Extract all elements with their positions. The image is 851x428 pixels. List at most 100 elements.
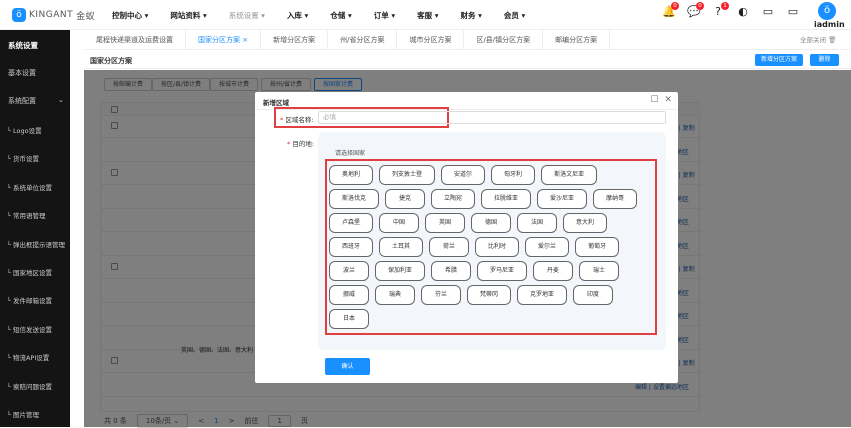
- help-icon-glyph: ?: [715, 5, 721, 18]
- sidebar-subitem[interactable]: └ 弹出框提示语管理: [7, 239, 65, 249]
- nav-item[interactable]: 系统设置 ▾: [229, 10, 265, 21]
- close-all-tabs[interactable]: 全部关闭 🗑: [800, 34, 836, 44]
- country-chip[interactable]: 瑞士: [579, 261, 620, 281]
- country-chip[interactable]: 斯洛文尼亚: [541, 165, 598, 185]
- country-chip[interactable]: 摩纳哥: [593, 189, 638, 209]
- country-chip[interactable]: 列支敦士登: [379, 165, 436, 185]
- country-chip[interactable]: 保加利亚: [375, 261, 426, 281]
- nav-item[interactable]: 网站资料 ▾: [170, 10, 206, 21]
- select-country-hint: 请选择国家: [335, 150, 366, 157]
- tab[interactable]: 国家分区方案 ×: [186, 29, 262, 50]
- tab[interactable]: 城市分区方案: [397, 29, 465, 50]
- header-icons: 🔔 0 💬 0? 1 ◐ ▭ ▭: [662, 2, 799, 18]
- country-chip[interactable]: 挪威: [329, 285, 369, 305]
- close-icon[interactable]: ✕: [664, 95, 672, 105]
- tab[interactable]: 区/县/镇分区方案: [464, 29, 544, 50]
- country-chip[interactable]: 荷兰: [429, 237, 470, 257]
- screen-icon[interactable]: ▭: [787, 6, 799, 18]
- message-icon[interactable]: 💬 0: [687, 2, 704, 18]
- country-chip[interactable]: 希腊: [431, 261, 472, 281]
- sidebar-subitem[interactable]: └ 国家地区设置: [7, 267, 52, 277]
- sidebar-subitem[interactable]: └ 货币设置: [7, 153, 39, 163]
- country-chip[interactable]: 印度: [573, 285, 614, 305]
- tab[interactable]: 新增分区方案: [261, 29, 329, 50]
- country-chip[interactable]: 芬兰: [421, 285, 461, 305]
- tab-bar: 尾程快递渠道及运费设置 国家分区方案 × 新增分区方案 州/省分区方案 城市分区方案 区/…: [84, 29, 851, 50]
- notification-badge: 0: [671, 2, 679, 10]
- tab[interactable]: 尾程快递渠道及运费设置: [84, 29, 186, 50]
- destination-panel: 请选择国家 奥地利 列支敦士登 安道尔 匈牙利 斯洛文尼亚斯洛伐克 捷克 立陶宛 拉脱维亚 爱沙…: [318, 132, 666, 350]
- nav-item[interactable]: 财务 ▾: [461, 10, 482, 21]
- delete-button[interactable]: 删除: [810, 54, 839, 66]
- country-chip[interactable]: 中国: [379, 213, 420, 233]
- notification-badge: 1: [721, 2, 729, 10]
- avatar[interactable]: ö: [818, 2, 836, 20]
- confirm-button[interactable]: 确认: [325, 358, 370, 375]
- screen-icon-glyph: ▭: [787, 5, 799, 18]
- top-header: ö KINGANT 金蚁 控制中心 ▾ 网站资料 ▾ 系统设置 ▾ 入库 ▾ 仓储 ▾ 订…: [0, 0, 851, 30]
- nav-item[interactable]: 客服 ▾: [417, 10, 438, 21]
- nav-item[interactable]: 订单 ▾: [374, 10, 395, 21]
- country-chip[interactable]: 瑞典: [375, 285, 415, 305]
- country-chip[interactable]: 罗马尼亚: [477, 261, 528, 281]
- sidebar-subitem[interactable]: └ 图片管理: [7, 409, 39, 419]
- country-chip[interactable]: 安道尔: [441, 165, 486, 185]
- country-chip[interactable]: 德国: [471, 213, 512, 233]
- country-chip[interactable]: 立陶宛: [431, 189, 476, 209]
- country-chip[interactable]: 斯洛伐克: [329, 189, 380, 209]
- country-chip[interactable]: 克罗地亚: [517, 285, 568, 305]
- destination-label: * 目的地:: [287, 140, 315, 148]
- country-chip[interactable]: 拉脱维亚: [481, 189, 532, 209]
- country-chip[interactable]: 梵蒂冈: [467, 285, 512, 305]
- help-icon[interactable]: ? 1: [712, 2, 729, 18]
- dialog-title: 新增区域: [263, 99, 289, 107]
- country-chip[interactable]: 匈牙利: [491, 165, 536, 185]
- sidebar-subitem[interactable]: └ 索赔问题设置: [7, 381, 52, 391]
- country-chip[interactable]: 法国: [517, 213, 558, 233]
- nav-item[interactable]: 仓储 ▾: [330, 10, 351, 21]
- sidebar-subitem[interactable]: └ 短信发送设置: [7, 324, 52, 334]
- country-chip[interactable]: 日本: [329, 309, 369, 329]
- notification-badge: 0: [696, 2, 704, 10]
- tab[interactable]: 邮编分区方案: [543, 29, 611, 50]
- country-chip[interactable]: 爱沙尼亚: [537, 189, 588, 209]
- globe-icon[interactable]: ◐: [737, 6, 749, 18]
- country-chip[interactable]: 爱尔兰: [525, 237, 570, 257]
- monitor-icon-glyph: ▭: [762, 5, 774, 18]
- sidebar-item-config[interactable]: 系统配置: [8, 96, 36, 106]
- country-chip[interactable]: 西班牙: [329, 237, 374, 257]
- country-chip[interactable]: 卢森堡: [329, 213, 374, 233]
- nav-item[interactable]: 入库 ▾: [287, 10, 308, 21]
- country-chip[interactable]: 波兰: [329, 261, 369, 281]
- country-chip[interactable]: 土耳其: [379, 237, 424, 257]
- chevron-down-icon[interactable]: ⌄: [58, 96, 64, 104]
- country-chip[interactable]: 捷克: [385, 189, 426, 209]
- sidebar-title: 系统设置: [8, 41, 38, 50]
- maximize-icon[interactable]: ☐: [650, 95, 658, 105]
- country-chip[interactable]: 意大利: [563, 213, 608, 233]
- sidebar-subitem[interactable]: └ 系统单位设置: [7, 182, 52, 192]
- nav-item[interactable]: 会员 ▾: [504, 10, 525, 21]
- nav-item[interactable]: 控制中心 ▾: [112, 10, 148, 21]
- country-chip[interactable]: 丹麦: [533, 261, 574, 281]
- region-name-input[interactable]: 必填: [318, 111, 666, 124]
- sidebar-item-basic[interactable]: 基本设置: [8, 68, 36, 78]
- sidebar: 系统设置 基本设置 系统配置 ⌄ └ Logo设置 └ 货币设置 └ 系统单位设置 └…: [0, 30, 70, 427]
- bell-icon[interactable]: 🔔 0: [662, 2, 679, 18]
- page-title: 国家分区方案: [90, 57, 132, 65]
- country-chip[interactable]: 葡萄牙: [575, 237, 620, 257]
- sidebar-subitem[interactable]: └ 常用语管理: [7, 210, 45, 220]
- monitor-icon[interactable]: ▭: [762, 6, 774, 18]
- country-chip[interactable]: 英国: [425, 213, 466, 233]
- add-scheme-button[interactable]: 新增分区方案: [755, 54, 803, 66]
- sidebar-subitem[interactable]: └ Logo设置: [7, 125, 42, 135]
- sidebar-subitem[interactable]: └ 物流API设置: [7, 352, 49, 362]
- sidebar-subitem[interactable]: └ 发件邮箱设置: [7, 295, 52, 305]
- logo[interactable]: ö KINGANT 金蚁: [12, 8, 95, 22]
- tab[interactable]: 州/省分区方案: [328, 29, 398, 50]
- country-list: 奥地利 列支敦士登 安道尔 匈牙利 斯洛文尼亚斯洛伐克 捷克 立陶宛 拉脱维亚 爱沙尼亚 摩纳哥卢…: [325, 159, 657, 335]
- logo-icon: ö: [12, 8, 26, 22]
- country-chip[interactable]: 比利时: [475, 237, 520, 257]
- country-chip[interactable]: 奥地利: [329, 165, 374, 185]
- username[interactable]: iadmin: [814, 20, 845, 29]
